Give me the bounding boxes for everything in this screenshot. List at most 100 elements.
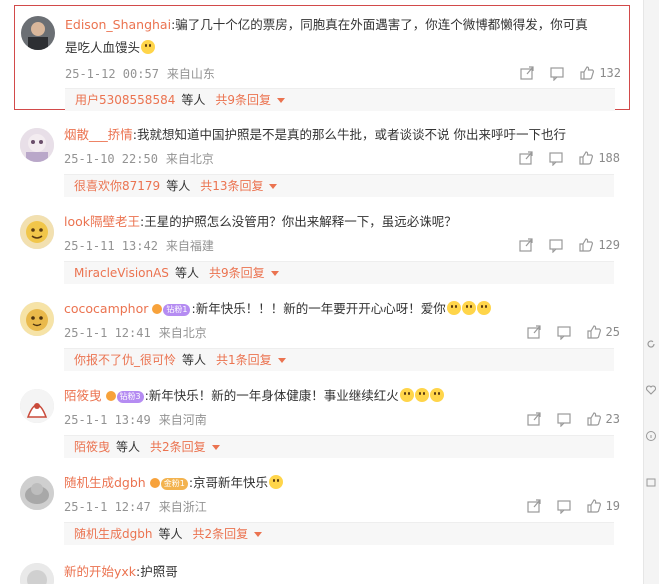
fan-badge[interactable]: 钻粉3: [116, 391, 144, 403]
avatar[interactable]: [20, 128, 54, 162]
comment-meta: 25-1-10 22:50 来自北京: [64, 152, 214, 166]
chevron-down-icon[interactable]: [270, 271, 279, 276]
comment-icon[interactable]: [548, 237, 564, 253]
comment-text: 陌筱曳 钻粉3:新年快乐！新的一年身体健康！事业继续红火: [64, 385, 614, 406]
comment-username[interactable]: 新的开始yxk: [64, 564, 136, 579]
fan-badge[interactable]: 金粉1: [160, 478, 188, 490]
comment-text: 烟散___挢情:我就想知道中国护照是不是真的那么牛批，或者谈谈不说 你出来呼吁一…: [64, 127, 566, 142]
comment-item: 烟散___挢情:我就想知道中国护照是不是真的那么牛批，或者谈谈不说 你出来呼吁一…: [14, 118, 628, 204]
like-count: 25: [605, 325, 620, 339]
reply-username[interactable]: 很喜欢你87179: [74, 179, 160, 193]
like-icon[interactable]: [586, 324, 602, 340]
reply-count-link[interactable]: 共2条回复: [150, 440, 206, 454]
like-icon[interactable]: [579, 65, 595, 81]
avatar[interactable]: [20, 215, 54, 249]
like-count: 132: [599, 66, 621, 80]
replies-summary[interactable]: 随机生成dgbh 等人 共2条回复: [64, 522, 614, 545]
replies-summary[interactable]: 你报不了仇_很可怜 等人 共1条回复: [64, 348, 614, 371]
like-icon[interactable]: [578, 150, 594, 166]
fan-medal-icon: [152, 304, 163, 314]
share-icon[interactable]: [518, 150, 534, 166]
avatar[interactable]: [20, 389, 54, 423]
refresh-icon[interactable]: [645, 338, 657, 350]
comment-meta: 25-1-12 00:57 来自山东: [65, 67, 215, 81]
comment-username[interactable]: 陌筱曳: [64, 388, 102, 403]
comment-icon[interactable]: [548, 150, 564, 166]
replies-summary[interactable]: 很喜欢你87179 等人 共13条回复: [64, 174, 614, 197]
reply-username[interactable]: 随机生成dgbh: [74, 527, 152, 541]
comment-username[interactable]: look隔壁老王: [64, 214, 140, 229]
chevron-down-icon[interactable]: [211, 445, 220, 450]
comment-icon[interactable]: [556, 498, 572, 514]
comment-item: Edison_Shanghai:骗了几十个亿的票房，同胞真在外面遇害了，你连个微…: [14, 5, 630, 111]
fan-medal-icon: [149, 478, 160, 488]
avatar[interactable]: [20, 563, 54, 584]
comment-meta: 25-1-1 13:49 来自河南: [64, 413, 207, 427]
comment-text-line2: 是吃人血馒头: [65, 37, 615, 58]
fan-badge[interactable]: 钻粉1: [163, 304, 191, 316]
reply-username[interactable]: MiracleVisionAS: [74, 266, 169, 280]
share-icon[interactable]: [645, 476, 657, 488]
reply-count-link[interactable]: 共1条回复: [216, 353, 272, 367]
comment-meta: 25-1-1 12:41 来自北京: [64, 326, 207, 340]
like-icon[interactable]: [578, 237, 594, 253]
reply-count-link[interactable]: 共9条回复: [209, 266, 265, 280]
comment-text: Edison_Shanghai:骗了几十个亿的票房，同胞真在外面遇害了，你连个微…: [65, 17, 588, 32]
comment-username[interactable]: 随机生成dgbh: [64, 475, 146, 490]
share-icon[interactable]: [519, 65, 535, 81]
reply-username[interactable]: 陌筱曳: [74, 440, 110, 454]
chevron-down-icon[interactable]: [254, 532, 263, 537]
comment-item: look隔壁老王:王星的护照怎么没管用？你出来解释一下，虽远必诛呢？ 25-1-…: [14, 205, 628, 291]
like-count: 188: [598, 151, 620, 165]
comment-icon[interactable]: [549, 65, 565, 81]
comment-actions: 23: [512, 411, 620, 427]
comment-actions: 25: [512, 324, 620, 340]
comment-text: look隔壁老王:王星的护照怎么没管用？你出来解释一下，虽远必诛呢？: [64, 214, 457, 229]
comment-item: 新的开始yxk:护照哥: [14, 555, 628, 584]
reply-username[interactable]: 你报不了仇_很可怜: [74, 353, 176, 367]
reply-username[interactable]: 用户5308558584: [75, 93, 175, 107]
share-icon[interactable]: [518, 237, 534, 253]
share-icon[interactable]: [526, 324, 542, 340]
avatar[interactable]: [20, 302, 54, 336]
heart-icon[interactable]: [645, 384, 657, 396]
comment-meta: 25-1-11 13:42 来自福建: [64, 239, 214, 253]
kiss-emoji-icon: [476, 301, 491, 315]
like-count: 23: [605, 412, 620, 426]
chevron-down-icon[interactable]: [277, 98, 286, 103]
comment-text: cococamphor 钻粉1:新年快乐！！！新的一年要开开心心呀！爱你: [64, 298, 614, 319]
comment-meta: 25-1-1 12:47 来自浙江: [64, 500, 207, 514]
like-icon[interactable]: [586, 411, 602, 427]
comment-item: 陌筱曳 钻粉3:新年快乐！新的一年身体健康！事业继续红火 25-1-1 13:4…: [14, 379, 628, 465]
right-side-panel-edge: [643, 0, 659, 584]
share-icon[interactable]: [526, 498, 542, 514]
like-count: 129: [598, 238, 620, 252]
comment-icon[interactable]: [556, 411, 572, 427]
share-icon[interactable]: [526, 411, 542, 427]
comment-text: 随机生成dgbh 金粉1:京哥新年快乐: [64, 472, 614, 493]
info-icon[interactable]: [645, 430, 657, 442]
chevron-down-icon[interactable]: [269, 184, 278, 189]
reply-count-link[interactable]: 共9条回复: [215, 93, 271, 107]
comment-text: 新的开始yxk:护照哥: [64, 564, 178, 579]
kiss-emoji-icon: [446, 301, 461, 315]
reply-count-link[interactable]: 共2条回复: [192, 527, 248, 541]
avatar[interactable]: [21, 16, 55, 50]
kiss-emoji-icon: [461, 301, 476, 315]
cry-laugh-emoji-icon: [429, 388, 444, 402]
like-icon[interactable]: [586, 498, 602, 514]
comment-actions: 132: [505, 65, 621, 81]
replies-summary[interactable]: MiracleVisionAS 等人 共9条回复: [64, 261, 614, 284]
avatar[interactable]: [20, 476, 54, 510]
comment-username[interactable]: cococamphor: [64, 301, 148, 316]
comment-actions: 129: [504, 237, 620, 253]
replies-summary[interactable]: 陌筱曳 等人 共2条回复: [64, 435, 614, 458]
comment-icon[interactable]: [556, 324, 572, 340]
chevron-down-icon[interactable]: [277, 358, 286, 363]
replies-summary[interactable]: 用户5308558584 等人 共9条回复: [65, 88, 615, 111]
comment-username[interactable]: Edison_Shanghai: [65, 17, 171, 32]
comment-item: 随机生成dgbh 金粉1:京哥新年快乐 25-1-1 12:47 来自浙江 19 …: [14, 466, 628, 552]
reply-count-link[interactable]: 共13条回复: [200, 179, 263, 193]
fan-medal-icon: [105, 391, 116, 401]
comment-username[interactable]: 烟散___挢情: [64, 127, 133, 142]
